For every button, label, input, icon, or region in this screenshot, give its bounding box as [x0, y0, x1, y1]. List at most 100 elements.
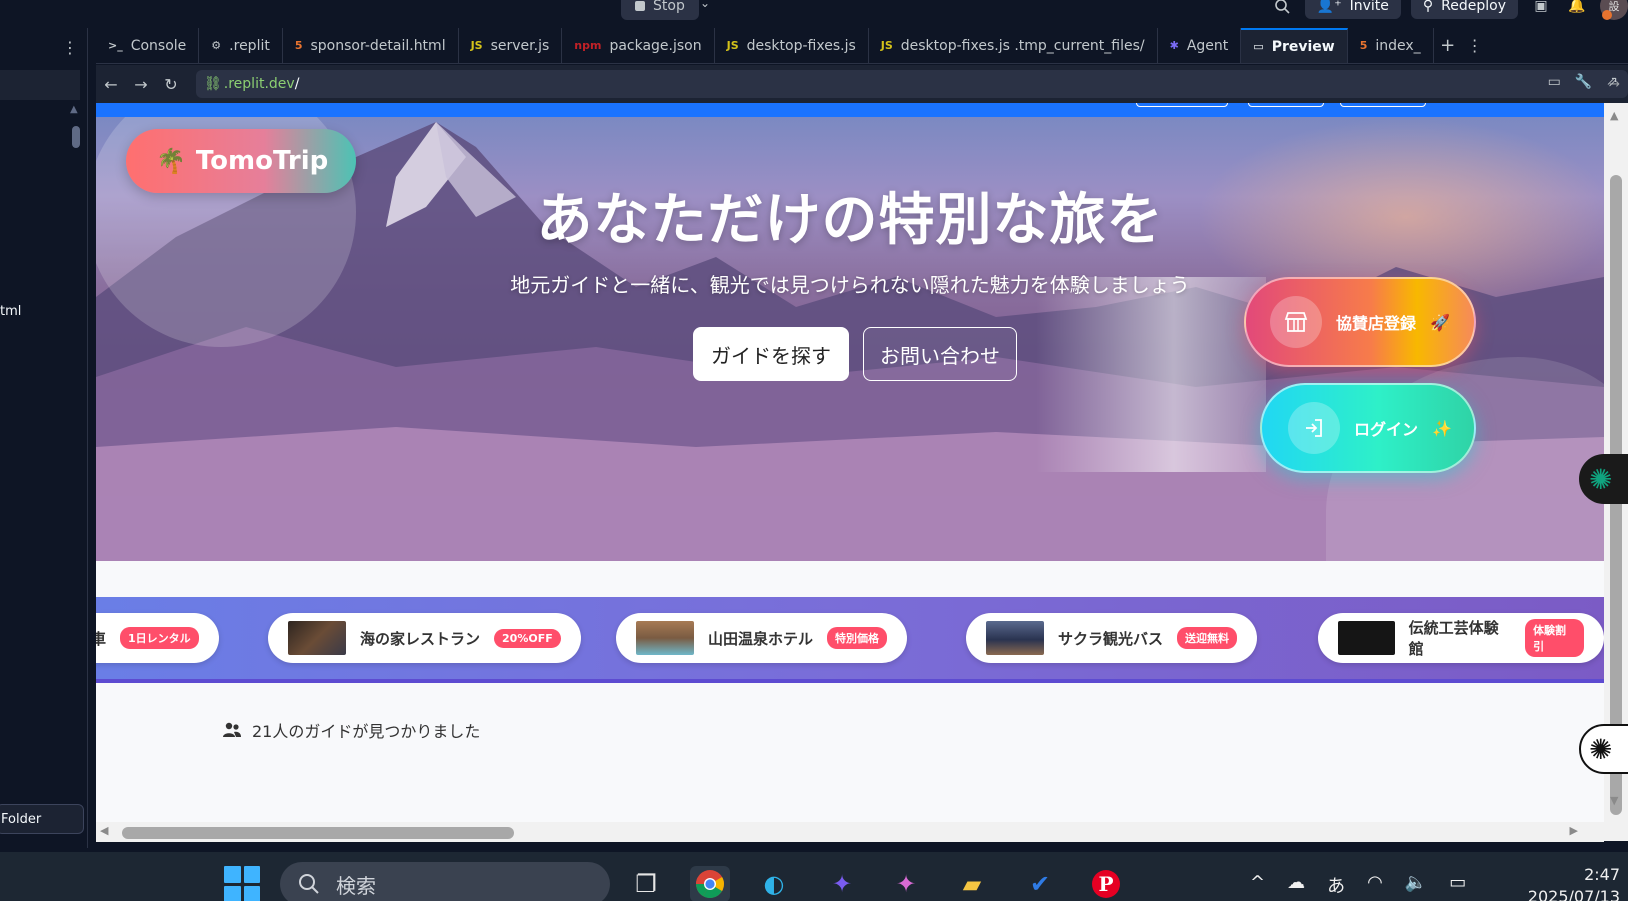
url-domain: .replit.dev	[223, 76, 295, 92]
tab-label: Preview	[1271, 38, 1335, 55]
results-text: 21人のガイドが見つかりました	[252, 722, 481, 741]
taskbar-search[interactable]: 検索	[280, 862, 610, 901]
chevron-down-icon[interactable]: ⌄	[700, 0, 710, 10]
scroll-up-icon[interactable]: ▲	[1610, 109, 1618, 122]
nav-button[interactable]	[1248, 103, 1324, 107]
stop-label: Stop	[653, 0, 685, 14]
sponsor-register-button[interactable]: 協賛店登録 🚀	[1244, 277, 1476, 367]
os-taskbar: 検索 ❐ ◐ ✦ ✦ ▰ ✔ P ^ ☁ あ ◠ 🔈 ▭ 2:47 2025/0…	[0, 852, 1628, 901]
tab-label: server.js	[490, 37, 550, 54]
todo-icon[interactable]: ✔	[1020, 866, 1060, 901]
forward-icon[interactable]: →	[126, 75, 156, 94]
copilot-icon[interactable]: ✦	[822, 866, 862, 901]
back-icon[interactable]: ←	[96, 75, 126, 94]
tab-desktop-fixes-tmp[interactable]: JS desktop-fixes.js .tmp_current_files/	[869, 28, 1158, 63]
sponsor-card[interactable]: サクラ観光バス 送迎無料	[966, 613, 1258, 663]
stop-button[interactable]: Stop	[621, 0, 699, 20]
stop-icon	[635, 1, 645, 11]
tab-package-json[interactable]: npm package.json	[562, 28, 715, 63]
tab-console[interactable]: >_ Console	[96, 28, 200, 63]
scrollbar-thumb[interactable]	[122, 827, 514, 839]
tab-replit[interactable]: ⚙ .replit	[199, 28, 283, 63]
contact-button[interactable]: お問い合わせ	[863, 327, 1017, 381]
file-tree-item[interactable]: tml	[0, 304, 21, 319]
sponsor-thumbnail	[636, 621, 694, 655]
url-input[interactable]: ⛓ .replit.dev / →	[196, 70, 1628, 98]
more-options-icon[interactable]: ⋮	[62, 38, 78, 57]
console-icon: >_	[108, 39, 123, 52]
tab-server-js[interactable]: JS server.js	[459, 28, 563, 63]
svg-text:P: P	[1098, 872, 1113, 896]
tab-sponsor-detail[interactable]: 5 sponsor-detail.html	[283, 28, 459, 63]
bell-icon[interactable]: 🔔	[1564, 0, 1590, 19]
search-icon	[299, 874, 319, 894]
avatar[interactable]: 設	[1600, 0, 1628, 20]
invite-button[interactable]: 👤⁺ Invite	[1304, 0, 1401, 19]
nav-button[interactable]	[1340, 103, 1426, 107]
openai-extension-icon[interactable]: ✺	[1579, 724, 1628, 774]
scroll-up-icon[interactable]: ▲	[70, 104, 78, 115]
tab-index[interactable]: 5 index_	[1348, 28, 1434, 63]
sponsor-card[interactable]: 海の家レストラン 20%OFF	[268, 613, 581, 663]
open-new-window-icon[interactable]: ⇗	[1606, 74, 1618, 90]
tab-label: index_	[1375, 37, 1421, 54]
rocket-icon: 🚀	[1430, 312, 1450, 332]
scroll-right-icon[interactable]: ▶	[1570, 824, 1578, 837]
nav-button[interactable]	[1136, 103, 1228, 107]
login-icon	[1288, 402, 1340, 454]
tab-preview[interactable]: ▭ Preview	[1241, 28, 1348, 63]
sponsor-badge: 20%OFF	[494, 628, 561, 648]
windows-start-icon[interactable]	[224, 866, 260, 901]
search-icon[interactable]	[1269, 0, 1295, 19]
sponsor-badge: 1日レンタル	[120, 627, 199, 649]
tab-label: sponsor-detail.html	[310, 37, 446, 54]
pinterest-icon[interactable]: P	[1086, 866, 1126, 901]
file-search-input[interactable]	[0, 70, 80, 100]
sponsor-card[interactable]: 伝統工芸体験館 体験割引	[1318, 613, 1604, 663]
sponsor-name: 転車	[96, 629, 107, 648]
new-folder-button[interactable]: Folder	[0, 804, 84, 834]
battery-icon[interactable]: ▭	[1449, 872, 1466, 898]
edge-icon[interactable]: ◐	[754, 866, 794, 901]
tab-label: Console	[130, 37, 187, 54]
cloud-icon[interactable]: ☁	[1287, 872, 1305, 898]
system-clock[interactable]: 2:47 2025/07/13	[1500, 864, 1620, 901]
file-explorer-icon[interactable]: ▰	[952, 866, 992, 901]
tabs-more-icon[interactable]: ⋮	[1462, 28, 1488, 63]
redeploy-button[interactable]: ⚲ Redeploy	[1410, 0, 1518, 19]
js-file-icon: JS	[726, 39, 739, 52]
chevron-up-icon[interactable]: ^	[1250, 872, 1265, 898]
preview-viewport: 🌴 TomoTrip あなただけの特別な旅を 地元ガイドと一緒に、観光では見つけ…	[96, 103, 1604, 841]
device-icon[interactable]: ▭	[1548, 74, 1561, 90]
sponsor-card[interactable]: 転車 1日レンタル	[96, 613, 219, 663]
chatgpt-extension-icon[interactable]: ✺	[1579, 454, 1628, 504]
sponsor-name: 海の家レストラン	[360, 629, 481, 648]
hero-title: あなただけの特別な旅を	[536, 188, 1164, 253]
clock-date: 2025/07/13	[1527, 887, 1620, 901]
chrome-icon[interactable]	[690, 866, 730, 901]
scroll-down-icon[interactable]: ▼	[1610, 794, 1618, 807]
find-guide-button[interactable]: ガイドを探す	[693, 327, 849, 381]
editor-tabs: >_ Console ⚙ .replit 5 sponsor-detail.html …	[96, 28, 1628, 64]
devtools-wrench-icon[interactable]: 🔧	[1575, 74, 1592, 90]
preview-horizontal-scrollbar[interactable]: ◀ ▶	[96, 822, 1604, 842]
sponsor-card[interactable]: 山田温泉ホテル 特別価格	[616, 613, 908, 663]
login-button[interactable]: ログイン ✨	[1260, 383, 1476, 473]
tab-label: desktop-fixes.js	[746, 37, 856, 54]
sidebar-scrollbar[interactable]: ▲ ▼	[70, 104, 82, 824]
m365-copilot-icon[interactable]: ✦	[886, 866, 926, 901]
reload-icon[interactable]: ↻	[156, 75, 186, 94]
tab-desktop-fixes[interactable]: JS desktop-fixes.js	[715, 28, 869, 63]
hero-actions: ガイドを探す お問い合わせ	[693, 327, 1017, 381]
wifi-icon[interactable]: ◠	[1367, 872, 1383, 898]
volume-icon[interactable]: 🔈	[1405, 872, 1427, 898]
file-sidebar: ⋮ tml ▲ ▼ Folder	[0, 28, 88, 848]
new-tab-button[interactable]: +	[1434, 28, 1462, 63]
link-icon: ⛓	[204, 76, 222, 92]
scroll-left-icon[interactable]: ◀	[100, 824, 108, 837]
tab-agent[interactable]: ✱ Agent	[1158, 28, 1242, 63]
multiplayer-icon[interactable]: ▣	[1528, 0, 1554, 19]
scrollbar-thumb[interactable]	[72, 126, 80, 148]
task-view-icon[interactable]: ❐	[626, 866, 666, 901]
ime-indicator[interactable]: あ	[1327, 872, 1345, 898]
